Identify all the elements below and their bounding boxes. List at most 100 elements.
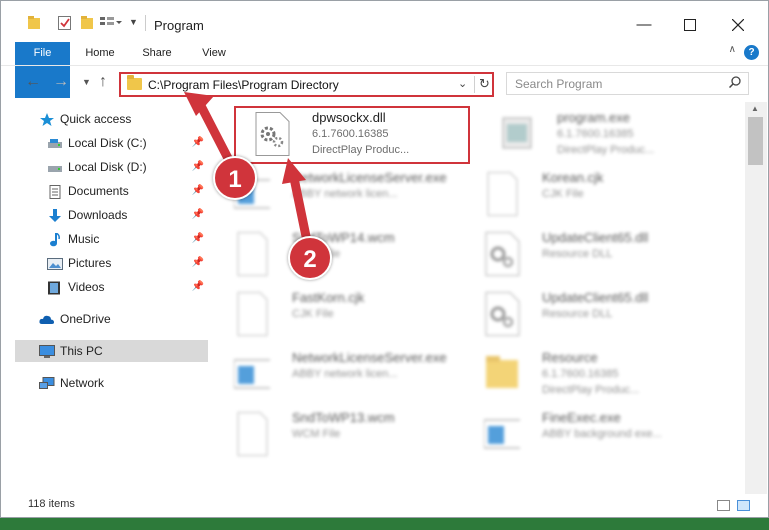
- item-count: 118 items: [28, 498, 75, 510]
- file-type: CJK File: [292, 308, 334, 320]
- sidebar-item-label: Documents: [68, 184, 129, 198]
- pin-icon[interactable]: 📌: [192, 252, 204, 274]
- drive-icon: [47, 160, 63, 174]
- sidebar-item-documents[interactable]: Documents 📌: [15, 180, 208, 202]
- highlight-box: [234, 106, 470, 164]
- file-item-fastkorn[interactable]: FastKorn.cjk CJK File: [214, 286, 454, 342]
- address-bar[interactable]: C:\Program Files\Program Directory ⌄ ↻: [119, 72, 494, 97]
- file-name: FastKorn.cjk: [292, 290, 365, 305]
- pin-icon[interactable]: 📌: [192, 276, 204, 298]
- address-dropdown-icon[interactable]: ⌄: [458, 77, 467, 90]
- details-view-icon[interactable]: [717, 500, 730, 511]
- up-arrow-icon[interactable]: ↑: [99, 73, 107, 91]
- file-item-networklicenseserver-2[interactable]: NetworkLicenseServer.exe ABBY network li…: [214, 346, 454, 402]
- file-description: DirectPlay Produc...: [542, 384, 640, 396]
- file-name: SndToWP13.wcm: [292, 410, 395, 425]
- pin-icon[interactable]: 📌: [192, 156, 204, 178]
- title-bar: ▼ Program —: [1, 1, 768, 41]
- scroll-up-icon[interactable]: ▲: [751, 104, 759, 113]
- sidebar-item-label: Pictures: [68, 256, 112, 270]
- tab-home[interactable]: Home: [77, 42, 123, 64]
- tab-view[interactable]: View: [191, 42, 237, 64]
- file-item-sndtowp13[interactable]: SndToWP13.wcm WCM File: [214, 406, 454, 462]
- folder-icon: [127, 75, 142, 90]
- search-icon: [728, 76, 741, 91]
- search-input[interactable]: Search Program: [506, 72, 749, 95]
- pin-icon[interactable]: 📌: [192, 180, 204, 202]
- sidebar-item-music[interactable]: Music 📌: [15, 228, 208, 250]
- refresh-icon[interactable]: ↻: [479, 76, 490, 92]
- file-name: program.exe: [557, 110, 630, 125]
- address-path: C:\Program Files\Program Directory: [148, 78, 339, 92]
- sidebar-item-downloads[interactable]: Downloads 📌: [15, 204, 208, 226]
- exe-window-icon: [233, 352, 275, 396]
- new-folder-icon[interactable]: [81, 16, 93, 33]
- collapse-ribbon-icon[interactable]: ∧: [729, 44, 736, 55]
- sidebar-item-label: Videos: [68, 280, 105, 294]
- file-name: FineExec.exe: [542, 410, 621, 425]
- address-row: ← → ▼ ↑ C:\Program Files\Program Directo…: [1, 65, 768, 101]
- customize-toolbar-icon[interactable]: ▼: [129, 17, 138, 27]
- sidebar-item-pictures[interactable]: Pictures 📌: [15, 252, 208, 274]
- search-placeholder: Search Program: [515, 77, 603, 91]
- drive-icon: [47, 136, 63, 150]
- sidebar-item-label: Local Disk (C:): [68, 136, 147, 150]
- pin-icon[interactable]: 📌: [192, 204, 204, 226]
- file-icon: [234, 412, 270, 456]
- tab-share[interactable]: Share: [134, 42, 180, 64]
- file-item-korean-cjk[interactable]: Korean.cjk CJK File: [464, 166, 704, 222]
- pin-icon[interactable]: 📌: [192, 132, 204, 154]
- sidebar-item-local-disk-d[interactable]: Local Disk (D:) 📌: [15, 156, 208, 178]
- file-item-updateclient65-a[interactable]: UpdateClient65.dll Resource DLL: [464, 226, 704, 282]
- sidebar-item-label: Quick access: [60, 112, 132, 126]
- sidebar-item-quick-access[interactable]: Quick access: [15, 108, 208, 130]
- file-version: 6.1.7600.16385: [557, 128, 634, 140]
- file-type: CJK File: [542, 188, 584, 200]
- sidebar-item-this-pc[interactable]: This PC: [15, 340, 208, 362]
- file-item-resource[interactable]: Resource 6.1.7600.16385 DirectPlay Produ…: [464, 346, 704, 402]
- file-name: Korean.cjk: [542, 170, 604, 185]
- sidebar-item-videos[interactable]: Videos 📌: [15, 276, 208, 298]
- title-separator: [145, 15, 146, 31]
- vertical-scrollbar[interactable]: ▲: [745, 102, 767, 494]
- close-button[interactable]: [715, 11, 761, 39]
- window-title: Program: [154, 18, 204, 33]
- file-description: ABBY background exe...: [542, 428, 662, 440]
- sidebar-item-label: OneDrive: [60, 312, 111, 326]
- sidebar-item-label: Music: [68, 232, 100, 246]
- file-name: UpdateClient65.dll: [542, 290, 649, 305]
- sidebar-item-onedrive[interactable]: OneDrive: [15, 308, 208, 330]
- file-item-sndtowp14[interactable]: SndToWP14.wcm WCM File: [214, 226, 454, 282]
- pc-icon: [39, 344, 55, 358]
- dll-gear-icon: [484, 292, 520, 336]
- minimize-button[interactable]: —: [621, 11, 667, 39]
- download-icon: [47, 208, 63, 222]
- exe-window-icon: [483, 412, 525, 456]
- documents-icon: [47, 184, 63, 199]
- sidebar-item-label: Downloads: [68, 208, 128, 222]
- file-name: Resource: [542, 350, 598, 365]
- help-icon[interactable]: ?: [744, 45, 759, 60]
- pin-icon[interactable]: 📌: [192, 228, 204, 250]
- file-item-updateclient65-b[interactable]: UpdateClient65.dll Resource DLL: [464, 286, 704, 342]
- exe-icon: [499, 112, 535, 156]
- forward-arrow-icon[interactable]: →: [53, 73, 69, 91]
- sidebar-item-local-disk-c[interactable]: Local Disk (C:) 📌: [15, 132, 208, 154]
- back-arrow-icon[interactable]: ←: [25, 73, 41, 91]
- star-icon: [39, 112, 55, 126]
- file-type: Resource DLL: [542, 248, 613, 260]
- recent-locations-icon[interactable]: ▼: [82, 77, 91, 87]
- file-item-fineexec[interactable]: FineExec.exe ABBY background exe...: [464, 406, 704, 462]
- navigation-pane: Quick access Local Disk (C:) 📌 Local Dis…: [1, 104, 211, 494]
- file-version: 6.1.7600.16385: [542, 368, 619, 380]
- maximize-button[interactable]: [667, 11, 713, 39]
- sidebar-item-network[interactable]: Network: [15, 372, 208, 394]
- view-options-icon[interactable]: [100, 16, 122, 33]
- file-item-program-exe[interactable]: program.exe 6.1.7600.16385 DirectPlay Pr…: [479, 106, 719, 162]
- properties-icon[interactable]: [58, 16, 72, 33]
- file-icon: [234, 232, 270, 276]
- scroll-thumb[interactable]: [748, 117, 763, 165]
- file-type: Resource DLL: [542, 308, 613, 320]
- tiles-view-icon[interactable]: [737, 500, 750, 511]
- sidebar-item-label: This PC: [60, 344, 103, 358]
